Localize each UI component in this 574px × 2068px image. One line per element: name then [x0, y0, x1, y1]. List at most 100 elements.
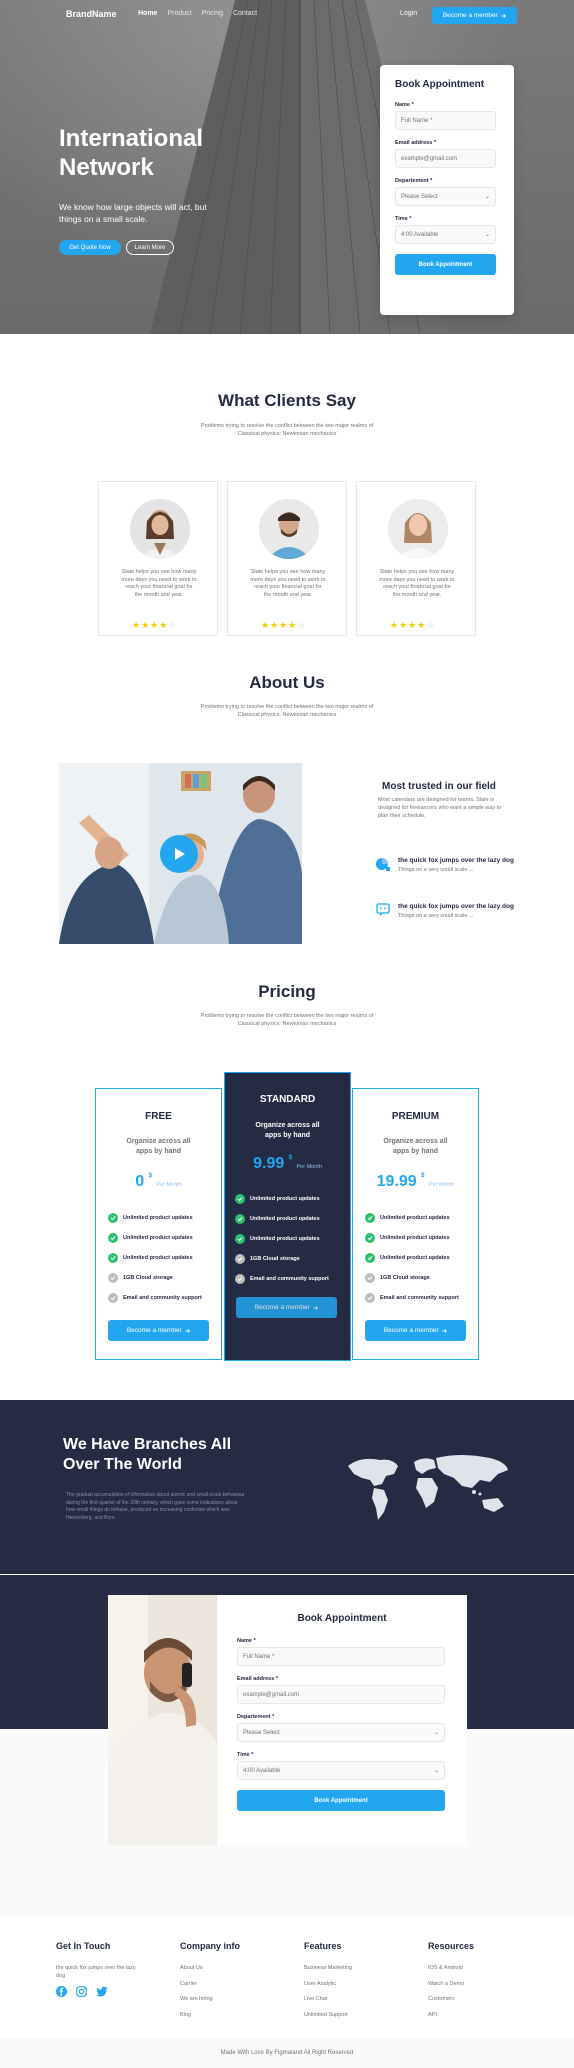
- play-button[interactable]: [160, 835, 198, 873]
- department-select[interactable]: Please Select ⌄: [395, 187, 496, 206]
- footer-link[interactable]: We are hiring: [180, 1996, 290, 2004]
- testimonials-title: What Clients Say: [218, 391, 356, 410]
- arrow-right-icon: ➜: [441, 1327, 448, 1335]
- become-member-button[interactable]: Become a member ➜: [365, 1320, 466, 1341]
- world-map-image: [348, 1455, 508, 1520]
- footer-bottom: Made With Love By Figmaland All Right Re…: [0, 2038, 574, 2068]
- feature-row: Unlimited product updates: [365, 1233, 459, 1243]
- email-input[interactable]: example@gmail.com: [237, 1685, 445, 1704]
- become-member-button[interactable]: Become a member ➜: [432, 7, 517, 24]
- feature-row: Unlimited product updates: [108, 1213, 202, 1223]
- star-rating: ★★★★☆: [132, 620, 177, 631]
- time-select[interactable]: 4:00 Available ⌄: [395, 225, 496, 244]
- name-input[interactable]: Full Name *: [395, 111, 496, 130]
- name-label: Name *: [395, 102, 414, 108]
- feature-text: Email and community support: [380, 1295, 459, 1301]
- footer-link[interactable]: IOS & Android: [428, 1965, 538, 1973]
- twitter-icon[interactable]: [96, 1986, 108, 1997]
- name-input[interactable]: Full Name *: [237, 1647, 445, 1666]
- email-placeholder: example@gmail.com: [401, 155, 458, 162]
- feature-text: 1GB Cloud storage: [123, 1275, 173, 1281]
- star-icon: ★★★★: [390, 620, 427, 630]
- department-select[interactable]: Please Select ⌄: [237, 1723, 445, 1742]
- about-video[interactable]: [59, 763, 302, 944]
- get-quote-button[interactable]: Get Quote Now: [59, 240, 121, 255]
- play-icon: [175, 848, 185, 860]
- feature-row: Unlimited product updates: [365, 1213, 459, 1223]
- check-disabled-icon: [235, 1254, 245, 1264]
- plan-features: Unlimited product updates Unlimited prod…: [365, 1213, 459, 1313]
- arrow-right-icon: ➜: [312, 1304, 319, 1312]
- facebook-icon[interactable]: [56, 1986, 67, 1997]
- check-icon: [235, 1214, 245, 1224]
- footer-tagline: the quick fox jumps over the lazy dog: [56, 1965, 136, 1979]
- price-amount: 0: [135, 1173, 145, 1190]
- learn-more-button[interactable]: Learn More: [126, 240, 174, 255]
- footer-link[interactable]: Carrier: [180, 1981, 290, 1989]
- feature-subtitle: Things on a very small scale ...: [398, 913, 474, 919]
- department-label: Departement *: [237, 1714, 275, 1720]
- price-currency: $: [148, 1173, 152, 1179]
- nav-link-pricing[interactable]: Pricing: [202, 10, 223, 17]
- footer-column-title: Features: [304, 1941, 342, 1951]
- footer-link[interactable]: Watch a Demo: [428, 1981, 538, 1989]
- plan-description: Organize across all apps by hand: [126, 1138, 191, 1155]
- star-icon: ★★★★: [261, 620, 298, 630]
- nav-link-contact[interactable]: Contact: [233, 10, 257, 17]
- branches-description: The gradual accumulation of information …: [66, 1492, 245, 1521]
- instagram-icon[interactable]: [76, 1986, 87, 1997]
- plan-name: STANDARD: [259, 1094, 316, 1105]
- book-appointment-button[interactable]: Book Appointment: [395, 254, 496, 275]
- footer-link[interactable]: Business Marketing: [304, 1965, 414, 1973]
- feature-subtitle: Things on a very small scale ...: [398, 867, 474, 873]
- feature-text: Unlimited product updates: [123, 1255, 193, 1261]
- login-link[interactable]: Login: [400, 10, 417, 17]
- brand-logo[interactable]: BrandName: [66, 9, 117, 19]
- check-icon: [108, 1233, 118, 1243]
- feature-text: Email and community support: [250, 1276, 329, 1282]
- price-period: Per Month: [428, 1182, 455, 1188]
- department-value: Please Select: [243, 1729, 280, 1736]
- name-placeholder: Full Name *: [401, 117, 433, 124]
- footer-column-title: Get In Touch: [56, 1941, 111, 1951]
- feature-text: Unlimited product updates: [380, 1255, 450, 1261]
- booking-form-2: Book Appointment Name * Full Name * Emai…: [217, 1595, 467, 1845]
- feature-row: Unlimited product updates: [235, 1194, 329, 1204]
- book-appointment-button[interactable]: Book Appointment: [237, 1790, 445, 1811]
- branches-section: We Have Branches All Over The World The …: [0, 1400, 574, 1574]
- footer-link[interactable]: Customers: [428, 1996, 538, 2004]
- check-disabled-icon: [108, 1293, 118, 1303]
- plan-name: FREE: [145, 1111, 172, 1122]
- department-value: Please Select: [401, 193, 438, 200]
- check-icon: [235, 1194, 245, 1204]
- chart-icon: [376, 858, 390, 871]
- hero-subtitle: We know how large objects will act, but …: [59, 202, 207, 224]
- footer: Get In Touch the quick fox jumps over th…: [0, 1917, 574, 2038]
- price-period: Per Month: [156, 1182, 182, 1188]
- button-label: Become a member: [126, 1327, 182, 1334]
- footer-link[interactable]: User Analytic: [304, 1981, 414, 1989]
- email-label: Email address *: [237, 1676, 278, 1682]
- footer-link[interactable]: Unlimited Support: [304, 2012, 414, 2020]
- chevron-down-icon: ⌄: [433, 1730, 439, 1736]
- footer-link[interactable]: Live Chat: [304, 1996, 414, 2004]
- nav-link-home[interactable]: Home: [138, 10, 157, 17]
- feature-row: Unlimited product updates: [108, 1233, 202, 1243]
- plan-features: Unlimited product updates Unlimited prod…: [235, 1194, 329, 1294]
- pricing-card-premium: PREMIUM Organize across all apps by hand…: [352, 1088, 479, 1360]
- footer-link[interactable]: Blog: [180, 2012, 290, 2020]
- check-disabled-icon: [235, 1274, 245, 1284]
- footer-link[interactable]: About Us: [180, 1965, 290, 1973]
- copyright-text: Made With Love By Figmaland All Right Re…: [220, 2050, 354, 2056]
- become-member-button[interactable]: Become a member ➜: [108, 1320, 209, 1341]
- time-select[interactable]: 4:00 Available ⌄: [237, 1761, 445, 1780]
- become-member-label: Become a member: [442, 12, 498, 19]
- plan-price: 9.99 $ Per Month: [225, 1155, 350, 1173]
- feature-text: Unlimited product updates: [250, 1196, 320, 1202]
- nav-link-product[interactable]: Product: [167, 10, 191, 17]
- hero-section: BrandName Home Product Pricing Contact L…: [0, 0, 574, 334]
- star-empty-icon: ☆: [297, 620, 307, 630]
- become-member-button[interactable]: Become a member ➜: [236, 1297, 337, 1318]
- footer-link[interactable]: API: [428, 2012, 538, 2020]
- email-input[interactable]: example@gmail.com: [395, 149, 496, 168]
